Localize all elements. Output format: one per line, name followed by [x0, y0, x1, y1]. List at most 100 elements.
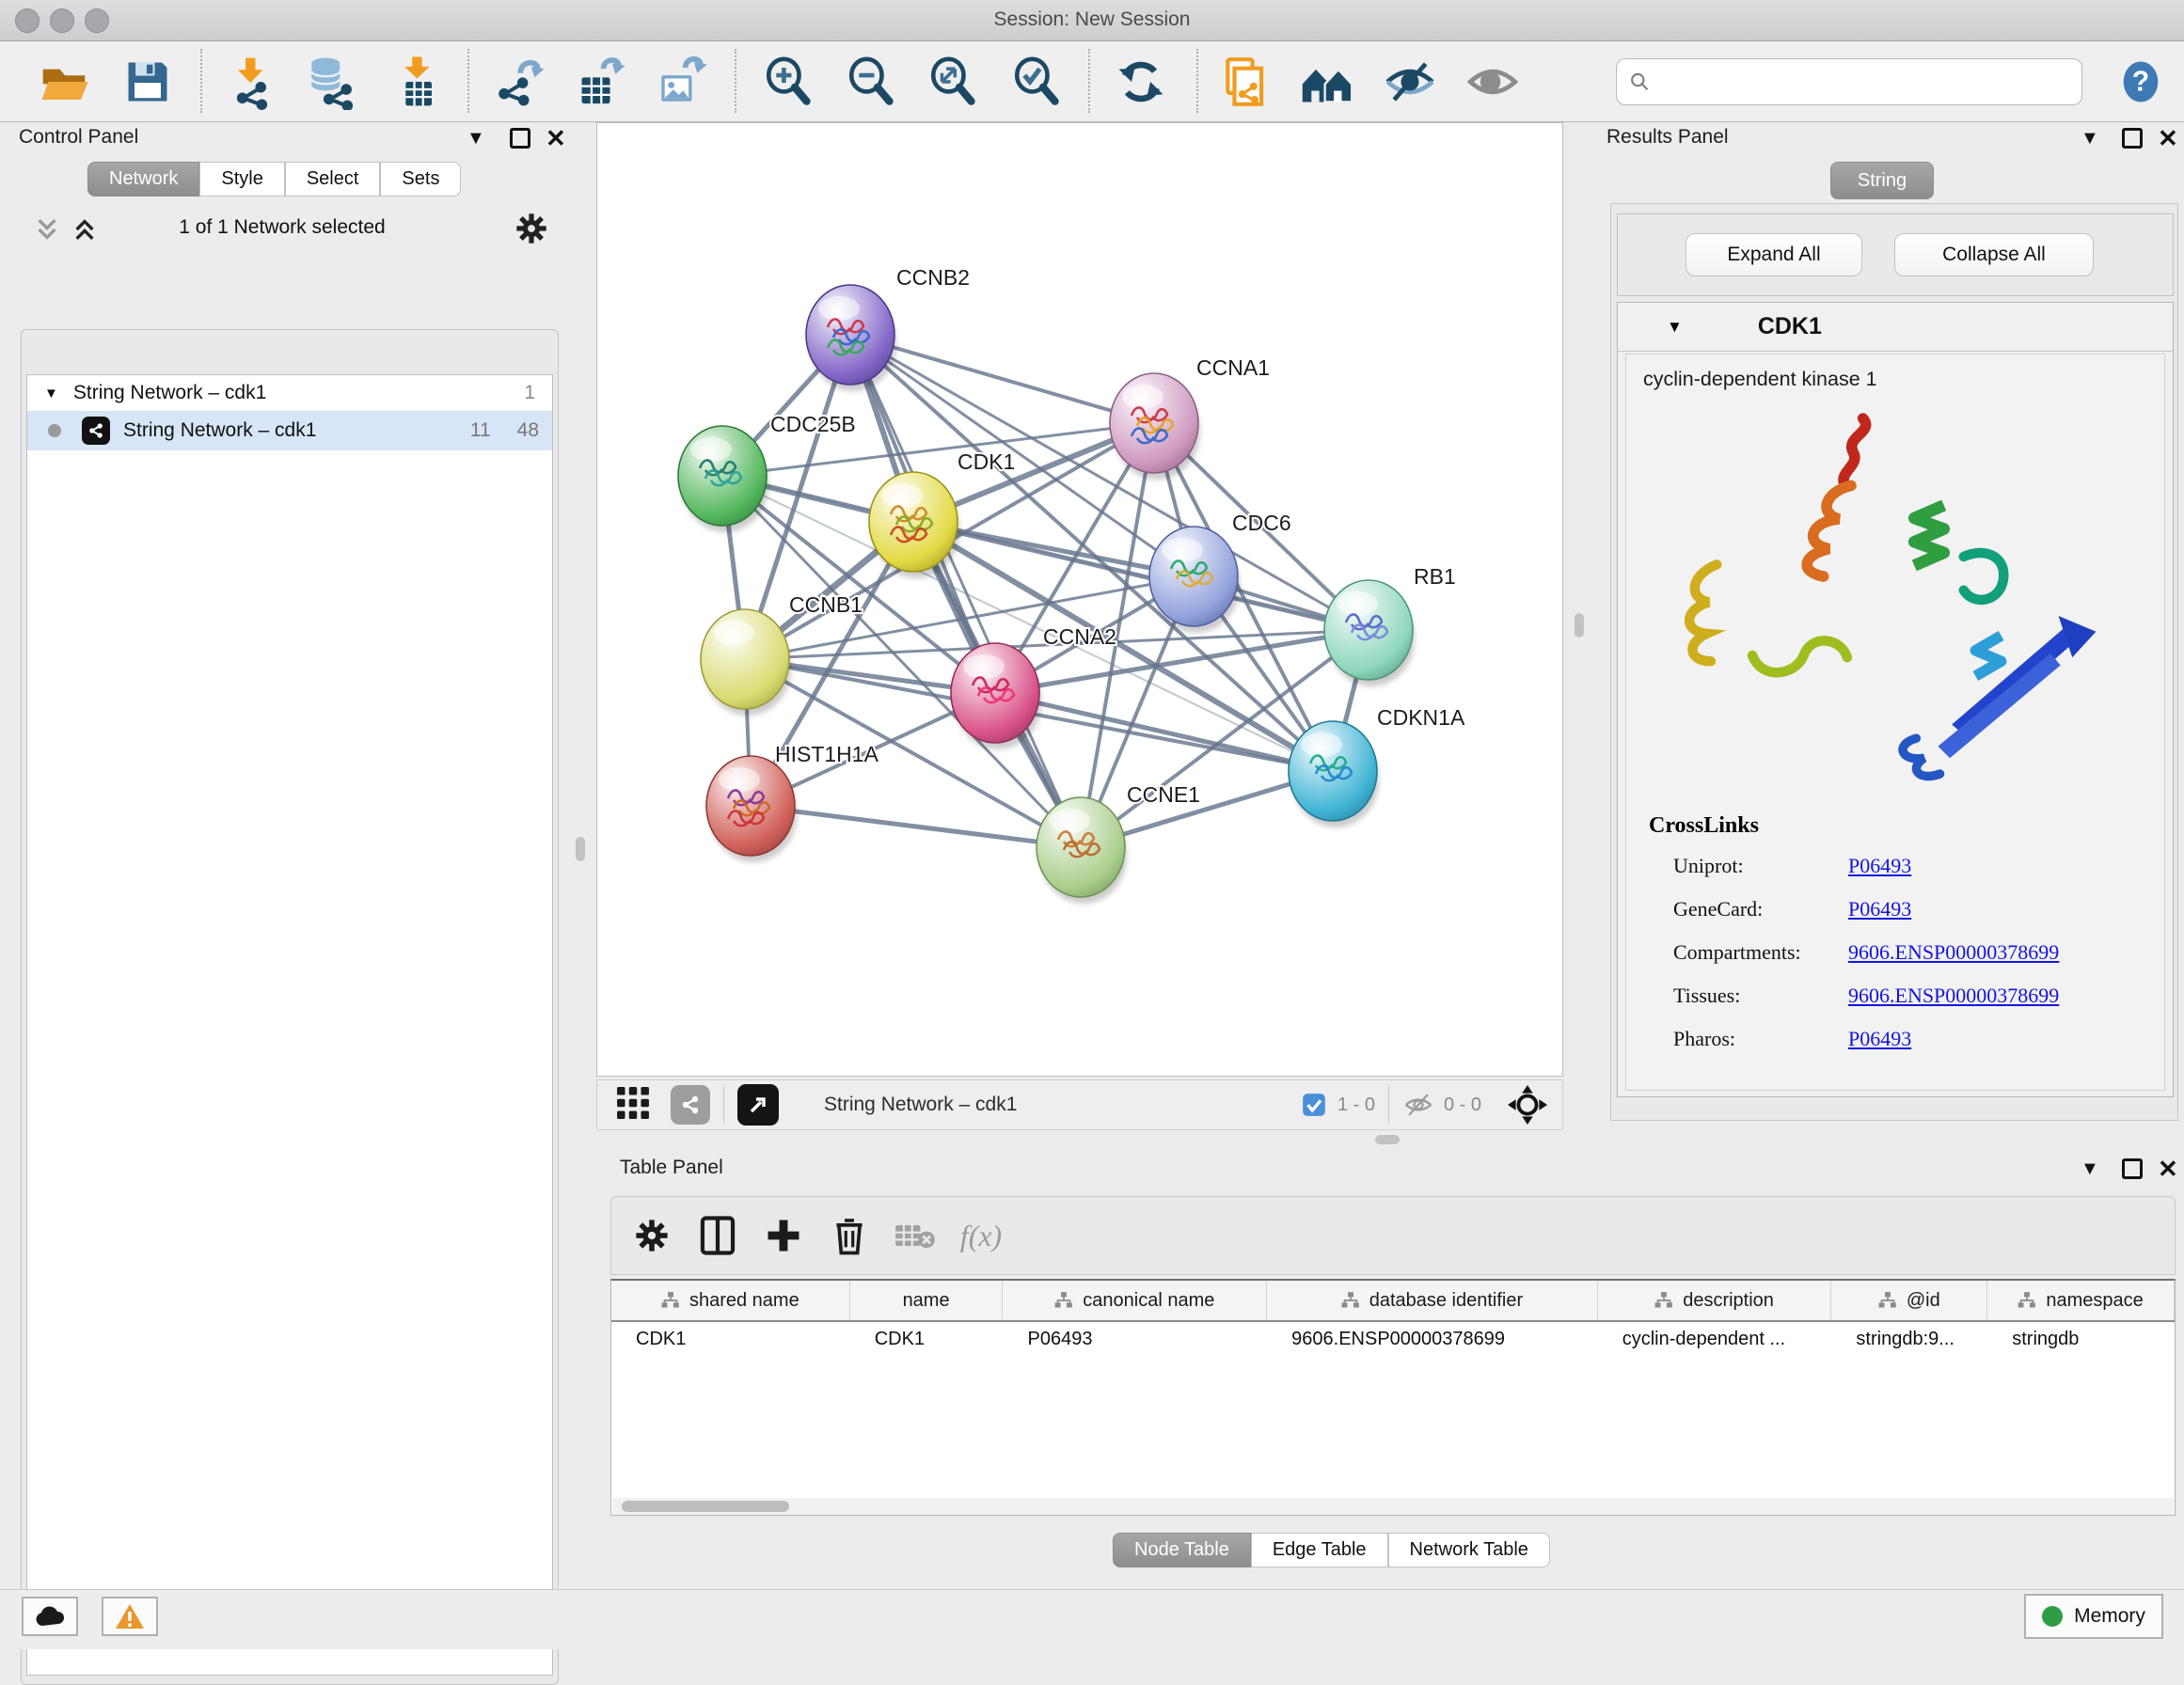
network-birds-eye-toggle[interactable] [671, 1085, 710, 1125]
control-panel-close-icon[interactable]: ✕ [546, 124, 566, 153]
netbar-separator [1388, 1086, 1389, 1124]
table-horizontal-scrollbar[interactable] [612, 1498, 2174, 1515]
gene-collapse-icon[interactable]: ▼ [1667, 318, 1683, 337]
tab-network-table[interactable]: Network Table [1388, 1533, 1550, 1567]
table-options-button[interactable] [619, 1207, 685, 1264]
results-panel-float-icon[interactable] [2122, 128, 2143, 149]
network-options-gear-icon[interactable] [515, 213, 547, 249]
export-image-button[interactable] [650, 51, 712, 113]
graph-node-RB1[interactable]: RB1 [1324, 564, 1456, 686]
table-cell[interactable]: P06493 [1004, 1322, 1268, 1358]
table-cell[interactable]: cyclin-dependent ... [1598, 1322, 1832, 1358]
tab-node-table[interactable]: Node Table [1113, 1533, 1251, 1567]
graph-node-HIST1H1A[interactable]: HIST1H1A [706, 742, 879, 862]
column-header-@id[interactable]: @id [1831, 1281, 1987, 1320]
network-graph: CCNB2CCNA1CDC25BCDK1CDC6RB1CCNB1CCNA2CDK… [597, 123, 1562, 1076]
delete-table-button[interactable] [882, 1207, 948, 1264]
collapse-all-button[interactable]: Collapse All [1894, 233, 2094, 276]
column-header-shared-name[interactable]: shared name [611, 1281, 850, 1320]
tab-style[interactable]: Style [199, 162, 284, 197]
column-header-canonical-name[interactable]: canonical name [1003, 1281, 1267, 1320]
tab-sets[interactable]: Sets [380, 162, 461, 197]
tab-string[interactable]: String [1830, 162, 1934, 199]
expand-all-button[interactable]: Expand All [1685, 233, 1862, 276]
graph-node-CDC6[interactable]: CDC6 [1149, 511, 1291, 633]
tab-select[interactable]: Select [285, 162, 381, 197]
table-cell[interactable]: stringdb:9... [1831, 1322, 1987, 1358]
export-table-button[interactable] [568, 51, 630, 113]
results-panel-close-icon[interactable]: ✕ [2158, 124, 2178, 153]
help-button[interactable]: ? [2110, 51, 2172, 113]
warnings-button[interactable] [102, 1597, 158, 1636]
import-network-file-button[interactable] [221, 51, 283, 113]
bottom-splitter-handle[interactable] [1375, 1135, 1400, 1144]
show-columns-button[interactable] [685, 1207, 751, 1264]
control-panel-menu-icon[interactable]: ▼ [467, 128, 485, 150]
right-splitter-handle[interactable] [1575, 613, 1584, 638]
crosslink-link[interactable]: P06493 [1848, 1027, 1911, 1051]
graph-edge-CCNA2-CDKN1A[interactable] [995, 693, 1333, 771]
show-glass-effect-button[interactable] [1462, 51, 1524, 113]
show-grid-button[interactable] [616, 1086, 650, 1125]
zoom-fit-button[interactable] [922, 51, 984, 113]
graph-edge-CCNB2-CCNE1[interactable] [850, 335, 1081, 847]
string-home-button[interactable] [1296, 51, 1358, 113]
crosslink-link[interactable]: P06493 [1848, 854, 1911, 878]
crosslink-link[interactable]: 9606.ENSP00000378699 [1848, 940, 2059, 965]
zoom-out-icon [843, 54, 899, 110]
column-header-database-identifier[interactable]: database identifier [1267, 1281, 1598, 1320]
detach-view-button[interactable] [737, 1084, 779, 1126]
search-input[interactable] [1652, 71, 2070, 93]
eye-slash-icon [1381, 53, 1439, 111]
crosslink-link[interactable]: 9606.ENSP00000378699 [1848, 984, 2059, 1008]
column-header-name[interactable]: name [850, 1281, 1004, 1320]
clone-network-button[interactable] [1212, 51, 1274, 113]
network-row-selected[interactable]: String Network – cdk1 11 48 [27, 411, 552, 450]
function-builder-button[interactable]: f(x) [948, 1207, 1014, 1264]
birdseye-crosshair-icon[interactable] [1508, 1085, 1547, 1125]
graph-node-CDKN1A[interactable]: CDKN1A [1289, 705, 1465, 827]
toolbar-search[interactable] [1616, 58, 2082, 105]
table-cell[interactable]: CDK1 [611, 1322, 850, 1358]
import-table-button[interactable] [387, 51, 449, 113]
table-row[interactable]: CDK1CDK1P064939606.ENSP00000378699cyclin… [611, 1322, 2175, 1358]
save-session-button[interactable] [117, 51, 179, 113]
table-panel-menu-icon[interactable]: ▼ [2081, 1158, 2099, 1180]
graph-node-label: CCNB1 [789, 592, 863, 617]
zoom-out-button[interactable] [840, 51, 902, 113]
zoom-selected-button[interactable] [1005, 51, 1068, 113]
tab-network[interactable]: Network [87, 162, 199, 197]
network-collection-row[interactable]: ▼ String Network – cdk1 1 [27, 375, 552, 411]
column-header-namespace[interactable]: namespace [1987, 1281, 2175, 1320]
network-canvas[interactable]: CCNB2CCNA1CDC25BCDK1CDC6RB1CCNB1CCNA2CDK… [596, 122, 1563, 1077]
memory-button[interactable]: Memory [2024, 1594, 2163, 1639]
graph-node-label: CDC25B [770, 412, 856, 436]
table-cell[interactable]: stringdb [1987, 1322, 2175, 1358]
zoom-in-button[interactable] [757, 51, 819, 113]
column-header-description[interactable]: description [1598, 1281, 1832, 1320]
open-session-button[interactable] [33, 51, 95, 113]
delete-column-button[interactable] [816, 1207, 882, 1264]
graph-node-CCNA1[interactable]: CCNA1 [1110, 355, 1270, 480]
table-cell[interactable]: CDK1 [850, 1322, 1004, 1358]
create-column-button[interactable] [751, 1207, 816, 1264]
cloud-status-button[interactable] [22, 1597, 78, 1636]
crosslink-link[interactable]: P06493 [1848, 897, 1911, 921]
selected-checkbox-icon[interactable] [1302, 1093, 1326, 1117]
graph-node-CCNB2[interactable]: CCNB2 [806, 265, 970, 391]
graph-edge-CCNE1-HIST1H1A[interactable] [751, 806, 1081, 847]
table-cell[interactable]: 9606.ENSP00000378699 [1267, 1322, 1598, 1358]
results-panel-menu-icon[interactable]: ▼ [2081, 128, 2099, 150]
hide-glass-effect-button[interactable] [1379, 51, 1441, 113]
tab-edge-table[interactable]: Edge Table [1251, 1533, 1388, 1567]
export-network-button[interactable] [487, 51, 549, 113]
refresh-button[interactable] [1110, 51, 1172, 113]
table-panel-float-icon[interactable] [2122, 1158, 2143, 1179]
table-panel-close-icon[interactable]: ✕ [2158, 1155, 2178, 1184]
control-panel-float-icon[interactable] [510, 128, 530, 149]
left-splitter-handle[interactable] [576, 837, 585, 861]
collection-expand-icon[interactable]: ▼ [44, 386, 58, 402]
graph-node-label: CDK1 [957, 449, 1015, 474]
import-network-database-button[interactable] [300, 51, 362, 113]
scrollbar-thumb[interactable] [622, 1501, 789, 1512]
